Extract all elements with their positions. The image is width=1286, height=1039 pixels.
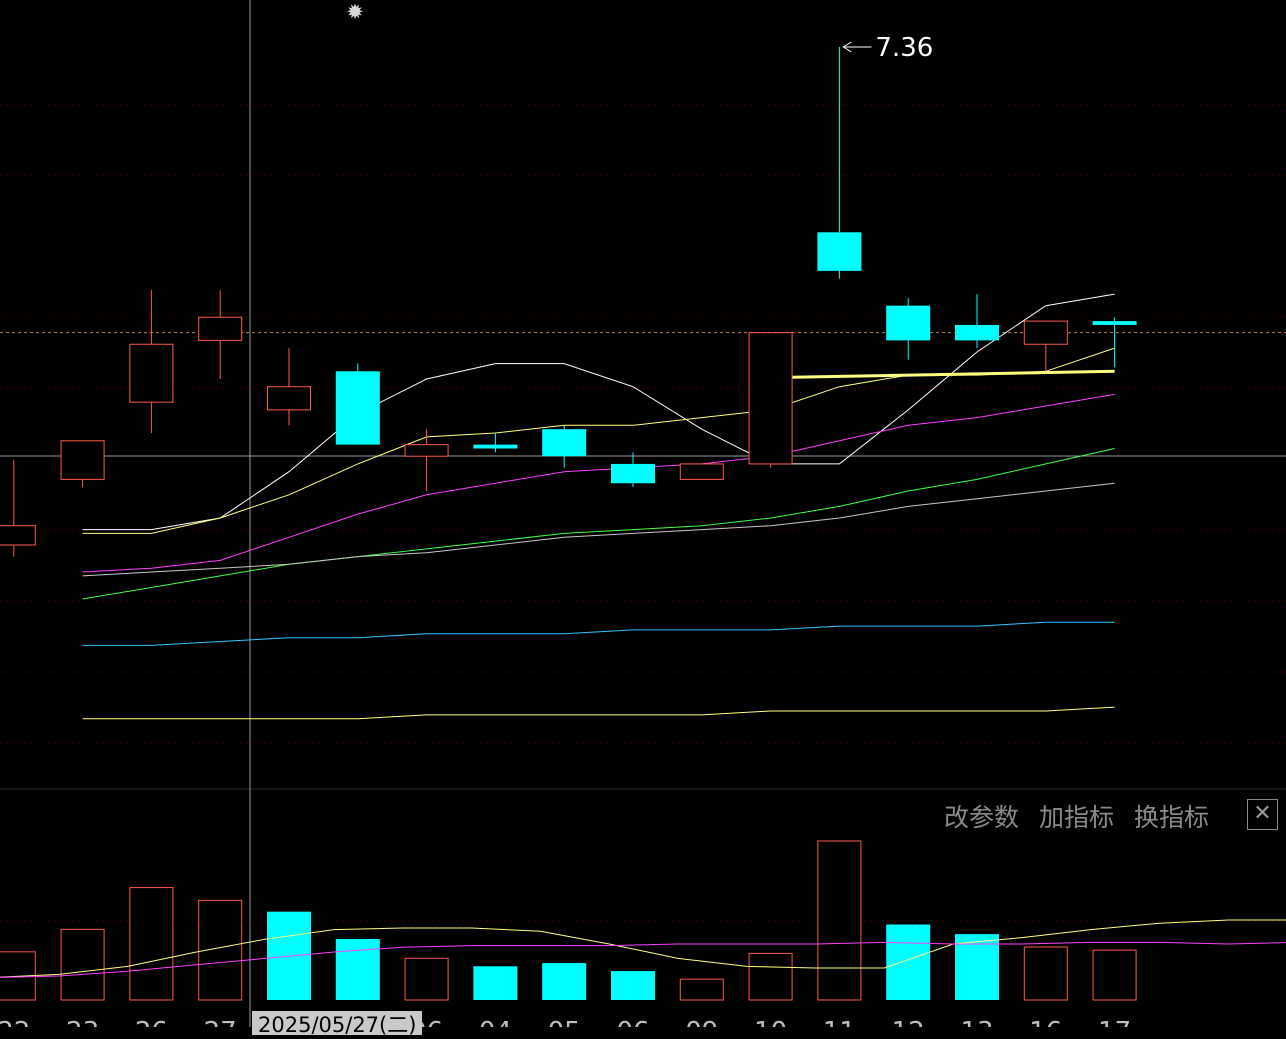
candle [1092, 317, 1137, 368]
x-tick-label: 11 [823, 1017, 856, 1027]
candle [955, 294, 999, 349]
candle-body [1092, 321, 1137, 325]
x-tick-label: 09 [685, 1017, 718, 1027]
candle-body [473, 444, 518, 449]
volume-bar [335, 938, 380, 1000]
moving-average-lines [82, 293, 1115, 720]
volume-bar [748, 952, 793, 1001]
candle-body [611, 463, 655, 484]
candle [267, 348, 311, 426]
volume-bar [404, 957, 449, 1001]
candle-body [404, 444, 449, 457]
candle-body [0, 525, 36, 546]
close-icon[interactable]: ✕ [1247, 799, 1278, 830]
x-tick-label: 16 [1029, 1017, 1062, 1027]
candle-body [679, 463, 724, 480]
volume-bar [60, 928, 105, 1001]
volume-bar [679, 978, 724, 1001]
x-tick-label: 10 [754, 1017, 787, 1027]
stock-chart[interactable]: 7.36 222326270604050609101112131617 [0, 0, 1286, 1027]
volume-bars[interactable] [0, 840, 1137, 1001]
annotations: 7.36 [842, 33, 933, 63]
volume-bar [817, 840, 862, 1001]
candle [679, 463, 724, 480]
candle-body [955, 324, 999, 341]
add-indicator-button[interactable]: 加指标 [1039, 798, 1114, 834]
volume-bar [473, 966, 518, 1000]
ma20-line [82, 393, 1115, 573]
change-params-button[interactable]: 改参数 [944, 798, 1019, 834]
volume-bar [611, 971, 655, 1000]
x-tick-label: 12 [892, 1017, 925, 1027]
ma60-line [82, 482, 1115, 577]
volume-bar [886, 924, 931, 1000]
candle [60, 440, 105, 488]
x-tick-label: 05 [548, 1017, 581, 1027]
candle-body [748, 332, 793, 465]
x-axis-labels: 222326270604050609101112131617 [0, 1017, 1131, 1027]
x-tick-label: 27 [204, 1017, 237, 1027]
gear-icon[interactable]: ✹ [344, 1, 366, 23]
candle [542, 425, 587, 468]
candle [611, 452, 655, 488]
volume-bar [1023, 946, 1068, 1001]
candle [473, 433, 518, 453]
candle [198, 290, 243, 379]
candle [0, 460, 36, 557]
candle [129, 290, 174, 434]
candle-body [267, 386, 311, 411]
candle [886, 297, 931, 360]
grid-lines [0, 0, 1286, 1027]
candle-body [129, 343, 174, 403]
x-tick-label: 17 [1098, 1017, 1131, 1027]
candle-body [60, 440, 105, 480]
volume-bar [542, 963, 587, 1000]
candle [748, 332, 793, 468]
ma250-line [82, 706, 1115, 720]
ma10-line [82, 347, 1115, 534]
candle [1023, 320, 1068, 372]
candle-body [1023, 320, 1068, 345]
x-tick-label: 26 [135, 1017, 168, 1027]
high-price-label: 7.36 [875, 33, 933, 63]
ma120-line [82, 621, 1115, 646]
candle [335, 363, 380, 445]
switch-indicator-button[interactable]: 换指标 [1134, 798, 1209, 834]
x-tick-label: 13 [960, 1017, 993, 1027]
candle [817, 47, 862, 279]
crosshair-date-label: 2025/05/27(二) [252, 1011, 423, 1037]
volume-bar [1092, 949, 1137, 1001]
x-tick-label: 04 [479, 1017, 512, 1027]
x-tick-label: 06 [616, 1017, 649, 1027]
candle [404, 429, 449, 491]
candle-body [335, 371, 380, 445]
ma30-line [82, 448, 1115, 600]
x-tick-label: 22 [0, 1017, 30, 1027]
candle-body [198, 316, 243, 341]
volume-bar [129, 887, 174, 1001]
candle-body [542, 429, 587, 457]
candle-body [886, 305, 931, 341]
x-tick-label: 23 [66, 1017, 99, 1027]
candlesticks[interactable] [0, 47, 1137, 557]
candle-body [817, 232, 862, 271]
indicator-toolbar: 改参数 加指标 换指标 [944, 800, 1229, 832]
